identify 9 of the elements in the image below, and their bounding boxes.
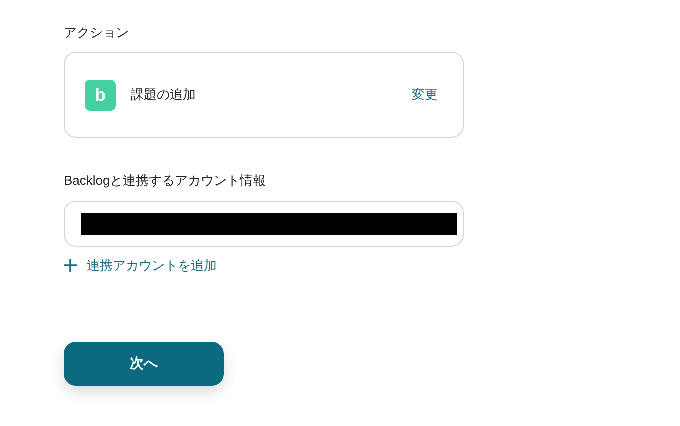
- action-name: 課題の追加: [131, 86, 196, 104]
- add-account-link[interactable]: 連携アカウントを追加: [64, 256, 217, 276]
- section-label: アクション: [64, 24, 130, 42]
- account-field[interactable]: [64, 201, 464, 247]
- app-logo-icon: b: [85, 80, 116, 110]
- plus-icon: [64, 259, 77, 272]
- change-link[interactable]: 変更: [412, 85, 438, 105]
- section-label: Backlogと連携するアカウント情報: [64, 172, 268, 190]
- next-button[interactable]: 次へ: [64, 342, 224, 386]
